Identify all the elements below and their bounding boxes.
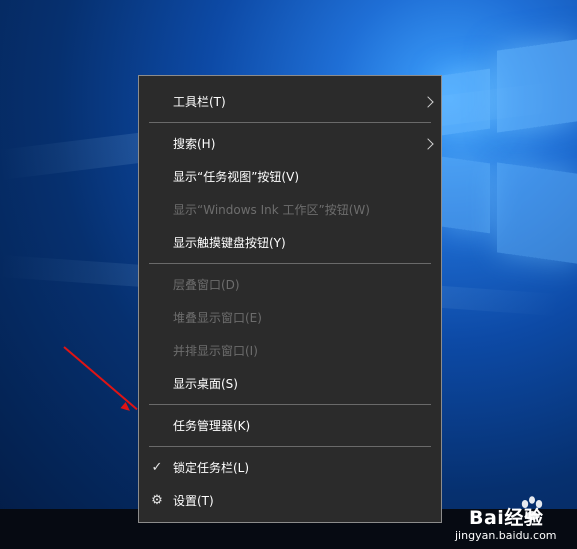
watermark-brand: Bai经验 [469, 507, 544, 529]
menu-item-stack-windows: 堆叠显示窗口(E) [139, 301, 441, 334]
menu-item-label: 堆叠显示窗口(E) [173, 311, 262, 325]
menu-item-toolbars[interactable]: 工具栏(T) [139, 85, 441, 118]
menu-item-label: 层叠窗口(D) [173, 278, 240, 292]
menu-item-label: 任务管理器(K) [173, 419, 251, 433]
chevron-right-icon [422, 137, 434, 150]
menu-item-show-touch-keyboard-button[interactable]: 显示触摸键盘按钮(Y) [139, 226, 441, 259]
menu-item-cascade-windows: 层叠窗口(D) [139, 268, 441, 301]
menu-item-label: 显示触摸键盘按钮(Y) [173, 236, 286, 250]
menu-separator [149, 263, 431, 264]
menu-item-show-task-view-button[interactable]: 显示“任务视图”按钮(V) [139, 160, 441, 193]
windows-logo-pane [497, 39, 577, 133]
menu-separator [149, 446, 431, 447]
menu-item-label: 设置(T) [173, 494, 214, 508]
menu-item-label: 显示“任务视图”按钮(V) [173, 170, 300, 184]
menu-separator [149, 404, 431, 405]
checkmark-icon: ✓ [151, 460, 163, 475]
windows-logo-pane [442, 68, 490, 136]
menu-item-settings[interactable]: ⚙ 设置(T) [139, 484, 441, 517]
gear-icon: ⚙ [151, 493, 163, 508]
menu-separator [149, 122, 431, 123]
watermark-url: jingyan.baidu.com [455, 529, 557, 542]
baidu-jingyan-watermark: Bai经验 jingyan.baidu.com [451, 495, 571, 547]
menu-item-lock-taskbar[interactable]: ✓ 锁定任务栏(L) [139, 451, 441, 484]
windows-logo-pane [442, 156, 490, 234]
menu-item-search[interactable]: 搜索(H) [139, 127, 441, 160]
menu-item-task-manager[interactable]: 任务管理器(K) [139, 409, 441, 442]
menu-item-label: 锁定任务栏(L) [173, 461, 250, 475]
menu-item-side-by-side-windows: 并排显示窗口(I) [139, 334, 441, 367]
chevron-right-icon [422, 95, 434, 108]
menu-item-label: 显示桌面(S) [173, 377, 238, 391]
menu-item-show-desktop[interactable]: 显示桌面(S) [139, 367, 441, 400]
menu-item-show-windows-ink-button: 显示“Windows Ink 工作区”按钮(W) [139, 193, 441, 226]
windows-logo-pane [497, 162, 577, 264]
menu-item-label: 搜索(H) [173, 137, 216, 151]
menu-item-label: 工具栏(T) [173, 95, 226, 109]
menu-item-label: 显示“Windows Ink 工作区”按钮(W) [173, 203, 370, 217]
taskbar-context-menu: 工具栏(T) 搜索(H) 显示“任务视图”按钮(V) 显示“Windows In… [138, 75, 442, 523]
menu-item-label: 并排显示窗口(I) [173, 344, 258, 358]
